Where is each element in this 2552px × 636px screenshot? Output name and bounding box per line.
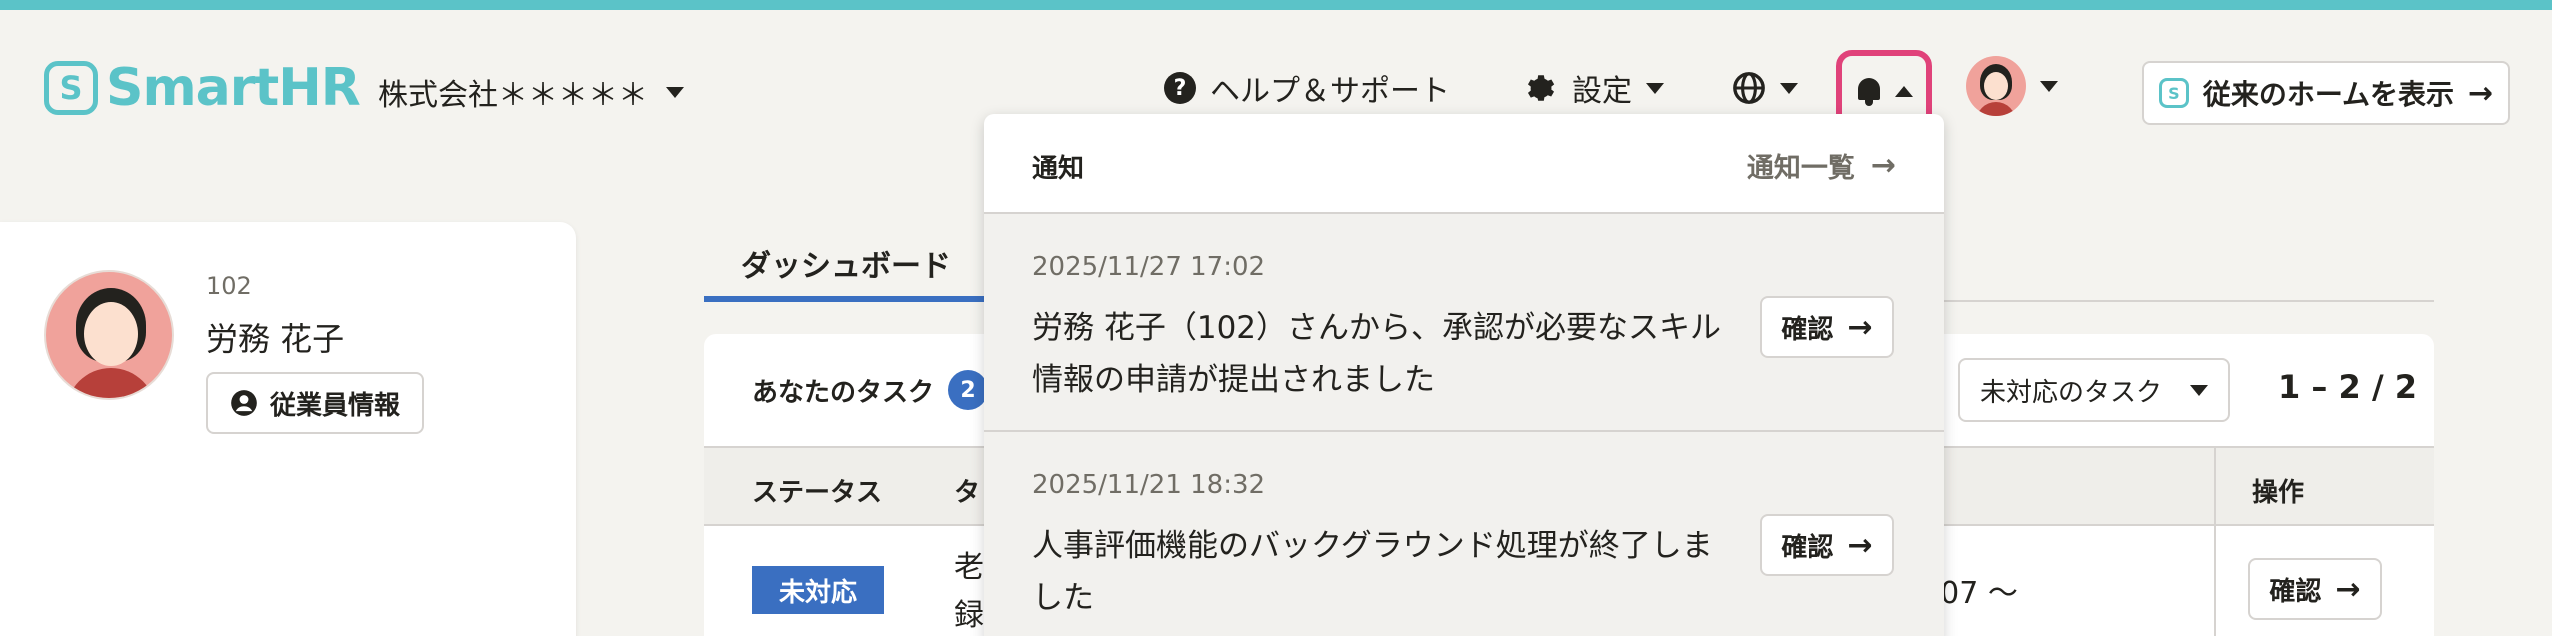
bell-icon <box>1855 76 1883 106</box>
settings-label: 設定 <box>1572 74 1632 109</box>
notification-message: 労務 花子（102）さんから、承認が必要なスキル情報の申請が提出されました <box>1032 310 1722 398</box>
notification-item: 2025/11/27 17:02 労務 花子（102）さんから、承認が必要なスキ… <box>984 214 1944 432</box>
profile-card: 102 労務 花子 従業員情報 <box>0 222 576 636</box>
arrow-right-icon: → <box>2335 571 2361 607</box>
task-text-line: 録 <box>954 598 984 633</box>
task-cell[interactable]: 老 録 <box>954 544 984 636</box>
notification-item: 2025/11/21 18:32 人事評価機能のバックグラウンド処理が終了しまし… <box>984 432 1944 636</box>
help-support-link[interactable]: ? ヘルプ＆サポート <box>1164 64 1450 112</box>
globe-icon <box>1733 72 1765 104</box>
pagination-info: 1 – 2 / 2 <box>2278 368 2418 406</box>
chevron-down-icon <box>2040 80 2058 92</box>
help-support-label: ヘルプ＆サポート <box>1210 74 1450 109</box>
employee-name: 労務 花子 <box>206 320 345 358</box>
task-panel-title: あなたのタスク <box>752 377 935 408</box>
notifications-title: 通知 <box>1032 154 1085 184</box>
status-badge: 未対応 <box>752 566 884 614</box>
notifications-header: 通知 通知一覧 → <box>984 114 1944 214</box>
smarthr-logo[interactable]: S SmartHR <box>44 58 361 118</box>
arrow-right-icon: → <box>1847 527 1873 563</box>
task-filter-value: 未対応のタスク <box>1980 377 2163 408</box>
account-menu[interactable] <box>1966 54 2058 118</box>
view-all-label: 通知一覧 <box>1746 153 1855 184</box>
task-text-line: 老 <box>954 550 984 585</box>
chevron-down-icon <box>1646 82 1664 94</box>
chevron-down-icon <box>2190 384 2208 396</box>
employee-info-button[interactable]: 従業員情報 <box>206 372 424 434</box>
legacy-home-button[interactable]: S 従来のホームを表示 → <box>2142 61 2510 125</box>
arrow-right-icon: → <box>2468 75 2494 111</box>
employee-info-label: 従業員情報 <box>269 390 400 421</box>
logo-text: SmartHR <box>106 58 361 118</box>
top-accent-bar <box>0 0 2552 10</box>
avatar <box>1966 56 2026 116</box>
confirm-label: 確認 <box>2269 576 2322 607</box>
help-icon: ? <box>1164 72 1196 104</box>
notifications-dropdown: 通知 通知一覧 → 2025/11/27 17:02 労務 花子（102）さんか… <box>984 114 1944 636</box>
task-filter-select[interactable]: 未対応のタスク <box>1958 358 2230 422</box>
column-header-status: ステータス <box>752 478 883 508</box>
confirm-button[interactable]: 確認 → <box>2248 558 2382 620</box>
notification-datetime: 2025/11/27 17:02 <box>1032 252 1266 282</box>
notification-message: 人事評価機能のバックグラウンド処理が終了しました <box>1032 528 1713 616</box>
view-all-notifications-link[interactable]: 通知一覧 → <box>1747 146 1896 185</box>
settings-menu[interactable]: 設定 <box>1524 64 1664 112</box>
employee-number: 102 <box>206 272 252 300</box>
company-switcher[interactable]: 株式会社＊＊＊＊＊ <box>378 70 684 114</box>
confirm-label: 確認 <box>1781 314 1834 345</box>
notification-confirm-button[interactable]: 確認 → <box>1760 296 1894 358</box>
company-name: 株式会社＊＊＊＊＊ <box>378 78 648 113</box>
chevron-up-icon <box>1895 85 1913 97</box>
task-panel-header: あなたのタスク 2 <box>752 370 989 410</box>
notification-confirm-button[interactable]: 確認 → <box>1760 514 1894 576</box>
user-circle-icon <box>231 390 257 416</box>
language-menu[interactable] <box>1732 64 1798 112</box>
legacy-home-label: 従来のホームを表示 <box>2202 78 2455 111</box>
avatar <box>44 270 174 400</box>
logo-mark-icon: S <box>44 61 98 115</box>
gear-icon <box>1527 75 1555 101</box>
arrow-right-icon: → <box>1847 309 1873 345</box>
column-header-task: タ <box>954 478 981 508</box>
confirm-label: 確認 <box>1781 532 1834 563</box>
task-count-badge: 2 <box>948 370 989 410</box>
arrow-right-icon: → <box>1870 148 1896 183</box>
tab-dashboard[interactable]: ダッシュボード <box>704 230 988 302</box>
chevron-down-icon <box>666 86 684 98</box>
notification-datetime: 2025/11/21 18:32 <box>1032 470 1266 500</box>
smarthr-mini-icon: S <box>2158 78 2189 108</box>
chevron-down-icon <box>1780 82 1798 94</box>
